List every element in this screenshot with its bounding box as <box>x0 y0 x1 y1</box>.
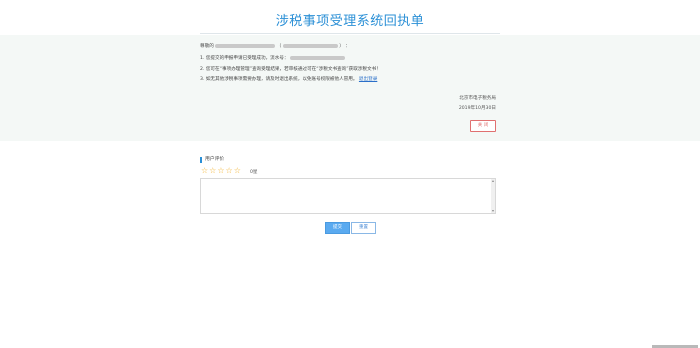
line1-text: 1. 您提交的申报申请已受理成功，流水号： <box>200 56 289 61</box>
paren-open: （ <box>276 44 282 49</box>
receipt-line-1: 1. 您提交的申报申请已受理成功，流水号： <box>200 55 500 61</box>
submit-button[interactable]: 提交 <box>325 222 350 234</box>
redacted-serial <box>290 55 346 60</box>
paren-close: ） <box>339 44 344 49</box>
textarea-scrollbar[interactable] <box>491 179 495 213</box>
line2-quote-2: “涉税文书查询” <box>316 67 349 72</box>
line2-prefix: 2. 您可在 <box>200 67 220 72</box>
receipt-panel <box>0 35 700 141</box>
line2-mid: 查询受理结果，若审核通过可在 <box>251 67 317 72</box>
title-divider <box>200 33 500 34</box>
scroll-down-icon[interactable] <box>492 210 494 212</box>
scroll-up-icon[interactable] <box>492 180 494 182</box>
issuer-org: 北京市电子税务局 <box>459 96 496 101</box>
greeting-prefix: 尊敬的 <box>200 44 214 49</box>
line2-quote-1: “事项办理管理” <box>219 67 252 72</box>
line3-text: 3. 如无其他涉税事项需要办理，请及时退出系统，以免账号权限被他人冒用。 <box>200 77 358 82</box>
close-button[interactable]: 关 闭 <box>470 120 496 132</box>
issue-date: 2019年10月30日 <box>458 106 496 111</box>
greeting-suffix: ： <box>345 44 350 49</box>
reset-button[interactable]: 重置 <box>351 222 376 234</box>
page-title: 涉税事项受理系统回执单 <box>275 14 425 29</box>
line2-suffix: 获取涉税文书！ <box>348 67 381 72</box>
redacted-id <box>282 43 338 48</box>
receipt-line-2: 2. 您可在“事项办理管理”查询受理结果，若审核通过可在“涉税文书查询”获取涉税… <box>200 66 500 72</box>
redacted-name <box>215 43 276 48</box>
logout-link[interactable]: 退出登录 <box>359 77 377 82</box>
rating-score: 0星 <box>250 170 258 175</box>
evaluation-title: 用户评价 <box>200 157 224 163</box>
evaluation-textarea[interactable] <box>200 178 496 214</box>
star-rating[interactable]: ☆☆☆☆☆ <box>201 166 242 175</box>
receipt-line-3: 3. 如无其他涉税事项需要办理，请及时退出系统，以免账号权限被他人冒用。 退出登… <box>200 76 500 82</box>
greeting-line: 尊敬的 （ ） ： <box>200 43 500 49</box>
